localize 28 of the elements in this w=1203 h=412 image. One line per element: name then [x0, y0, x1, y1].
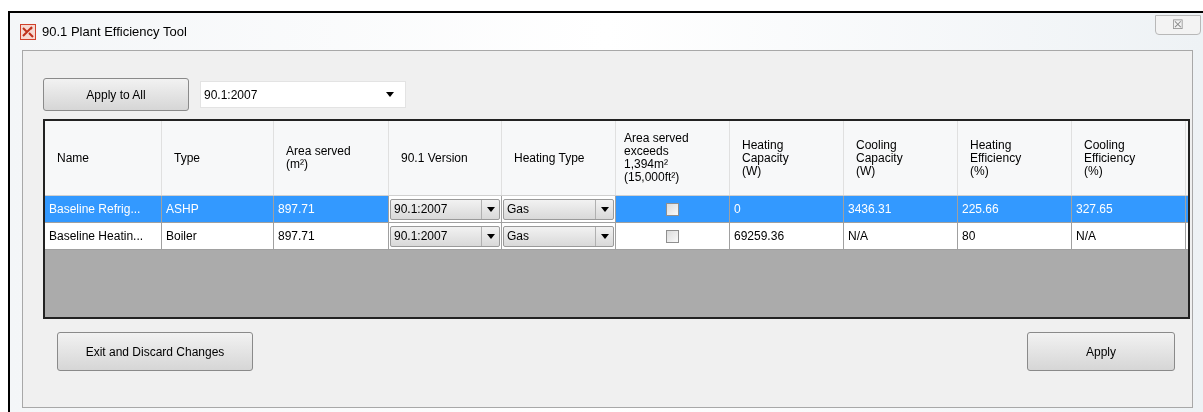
- column-header[interactable]: Area served exceeds 1,394m² (15,000ft²): [616, 121, 730, 195]
- column-header[interactable]: Heating Capacity (W): [730, 121, 844, 195]
- dropdown-arrow-icon: [486, 206, 495, 212]
- dropdown[interactable]: Gas: [503, 225, 614, 247]
- dropdown[interactable]: Gas: [503, 198, 614, 220]
- dropdown[interactable]: 90.1:2007: [390, 225, 500, 247]
- column-header[interactable]: Heating Efficiency (%): [958, 121, 1072, 195]
- column-header[interactable]: Heating Type: [502, 121, 616, 195]
- column-header[interactable]: Type: [162, 121, 274, 195]
- column-header[interactable]: 90.1 Version: [389, 121, 502, 195]
- column-header[interactable]: Cooling Efficiency (%): [1072, 121, 1186, 195]
- version-dropdown[interactable]: 90.1:2007: [200, 81, 406, 108]
- dropdown-arrow-icon: [600, 206, 609, 212]
- column-header[interactable]: Name: [45, 121, 162, 195]
- table-row[interactable]: Baseline Refrig... ASHP 897.71 90.1:2007 Gas 0 3436.31 225.66 327.65: [45, 196, 1188, 223]
- dropdown-arrow-icon: [486, 233, 495, 239]
- dropdown-arrow-icon: [386, 92, 394, 97]
- column-header[interactable]: Area served (m²): [274, 121, 389, 195]
- column-header[interactable]: Cooling Capacity (W): [844, 121, 958, 195]
- apply-to-all-button[interactable]: Apply to All: [43, 78, 189, 111]
- dropdown-arrow-icon: [600, 233, 609, 239]
- window-title: 90.1 Plant Efficiency Tool: [42, 22, 187, 41]
- table-row[interactable]: Baseline Heatin... Boiler 897.71 90.1:2007 Gas 69259.36 N/A 80 N/A: [45, 223, 1188, 250]
- checkbox[interactable]: [666, 202, 679, 216]
- dropdown[interactable]: 90.1:2007: [390, 198, 500, 220]
- discard-button[interactable]: Exit and Discard Changes: [57, 332, 253, 371]
- checkbox[interactable]: [666, 229, 679, 243]
- apply-button[interactable]: Apply: [1027, 332, 1175, 371]
